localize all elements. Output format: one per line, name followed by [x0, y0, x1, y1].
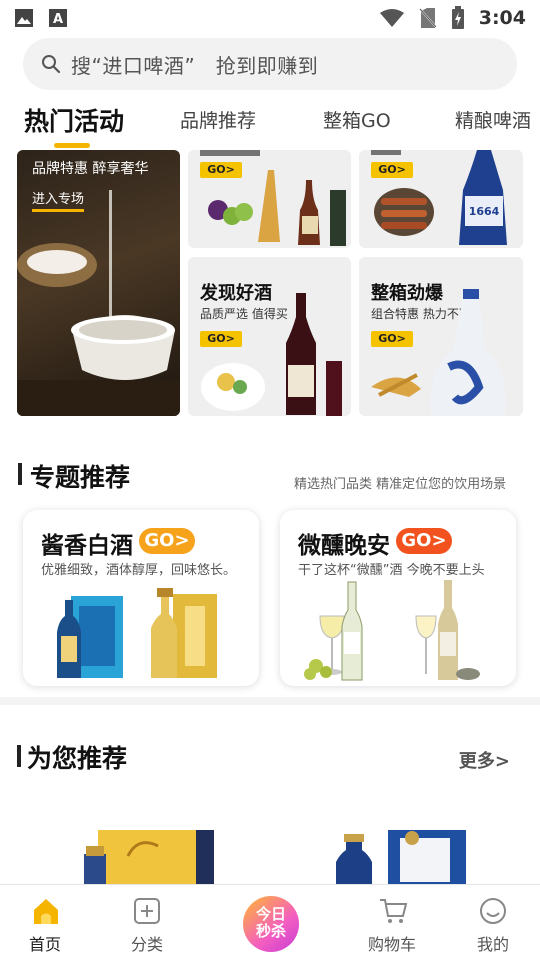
- tab-case-go[interactable]: 整箱GO: [323, 106, 391, 133]
- topic-name: 微醺晚安: [298, 533, 390, 559]
- status-time: 3:04: [478, 7, 526, 29]
- section-title-recommend: 为您推荐: [27, 744, 128, 773]
- home-screen: A 3:04 搜“进口啤酒” 抢到即赚到 热门活动 品牌推荐 整箱GO 精酿啤酒…: [0, 0, 540, 960]
- search-bar[interactable]: 搜“进口啤酒” 抢到即赚到: [23, 38, 517, 90]
- status-bar: A 3:04: [0, 0, 540, 36]
- nav-label: 购物车: [367, 935, 416, 954]
- wifi-icon: [379, 9, 404, 27]
- more-link[interactable]: 更多>: [459, 747, 510, 773]
- nav-cart[interactable]: 购物车: [347, 885, 437, 960]
- search-placeholder: 搜“进口啤酒” 抢到即赚到: [71, 53, 319, 78]
- nav-label: 首页: [28, 935, 61, 954]
- flash-sale-line2: 秒杀: [255, 922, 286, 940]
- pouring-liquor-image: [17, 190, 180, 416]
- baijiu-bottle-image: [371, 289, 506, 415]
- search-icon: [42, 55, 61, 74]
- banner-card-wine-cut[interactable]: GO>: [188, 150, 351, 248]
- banner-card-find-wine[interactable]: 发现好酒 品质严选 值得买 GO>: [188, 257, 351, 416]
- section-divider: [0, 697, 540, 705]
- home-icon: [34, 899, 58, 924]
- section-marker: [17, 745, 21, 767]
- tab-hot-activities[interactable]: 热门活动: [24, 102, 124, 138]
- category-tabs: 热门活动 品牌推荐 整箱GO 精酿啤酒: [0, 96, 540, 152]
- nav-label: 分类: [130, 935, 163, 954]
- topic-card-nightcap[interactable]: 微醺晚安 GO> 干了这杯“微醺”酒 今晚不要上头: [280, 510, 516, 686]
- svg-text:A: A: [53, 12, 63, 27]
- category-icon: [134, 898, 160, 924]
- topic-go-button[interactable]: GO>: [139, 528, 195, 554]
- profile-icon: [480, 898, 506, 924]
- go-tag: GO>: [200, 162, 242, 178]
- recommend-product-2-image[interactable]: [330, 826, 470, 886]
- topic-name: 酱香白酒: [41, 533, 133, 559]
- active-tab-indicator: [54, 143, 90, 148]
- tab-brand-recommend[interactable]: 品牌推荐: [180, 106, 256, 133]
- topic-card-baijiu[interactable]: 酱香白酒 GO> 优雅细致，酒体醇厚，回味悠长。: [23, 510, 259, 686]
- recommend-product-1-image[interactable]: [78, 826, 218, 886]
- svg-text:1664: 1664: [469, 205, 500, 218]
- nav-profile[interactable]: 我的: [448, 885, 538, 960]
- image-notification-icon: [15, 9, 33, 27]
- section-note-topics: 精选热门品类 精准定位您的饮用场景: [294, 477, 507, 492]
- nav-label: 我的: [476, 935, 509, 954]
- banner-brand-deals[interactable]: 品牌特惠 醉享奢华 进入专场: [17, 150, 180, 416]
- nav-category[interactable]: 分类: [102, 885, 192, 960]
- banner-card-case-deals[interactable]: 整箱劲爆 组合特惠 热力不减 GO>: [359, 257, 523, 416]
- tab-craft-beer[interactable]: 精酿啤酒: [455, 106, 531, 133]
- red-wine-image: [201, 293, 342, 416]
- flash-sale-button[interactable]: 今日 秒杀: [243, 896, 299, 952]
- flash-sale-line1: 今日: [255, 905, 286, 923]
- go-tag: GO>: [371, 162, 413, 178]
- font-notification-icon: A: [49, 9, 67, 27]
- white-wine-image: [304, 580, 480, 681]
- banner-card-beer-cut[interactable]: 1664 GO>: [359, 150, 523, 248]
- section-title-topics: 专题推荐: [30, 463, 131, 492]
- baijiu-gift-box-image: [57, 588, 217, 678]
- battery-charging-icon: [451, 6, 464, 29]
- topic-go-button[interactable]: GO>: [396, 528, 452, 554]
- nav-home[interactable]: 首页: [0, 885, 90, 960]
- cart-icon: [380, 899, 408, 923]
- section-marker: [18, 463, 22, 485]
- no-sim-icon: [418, 8, 437, 28]
